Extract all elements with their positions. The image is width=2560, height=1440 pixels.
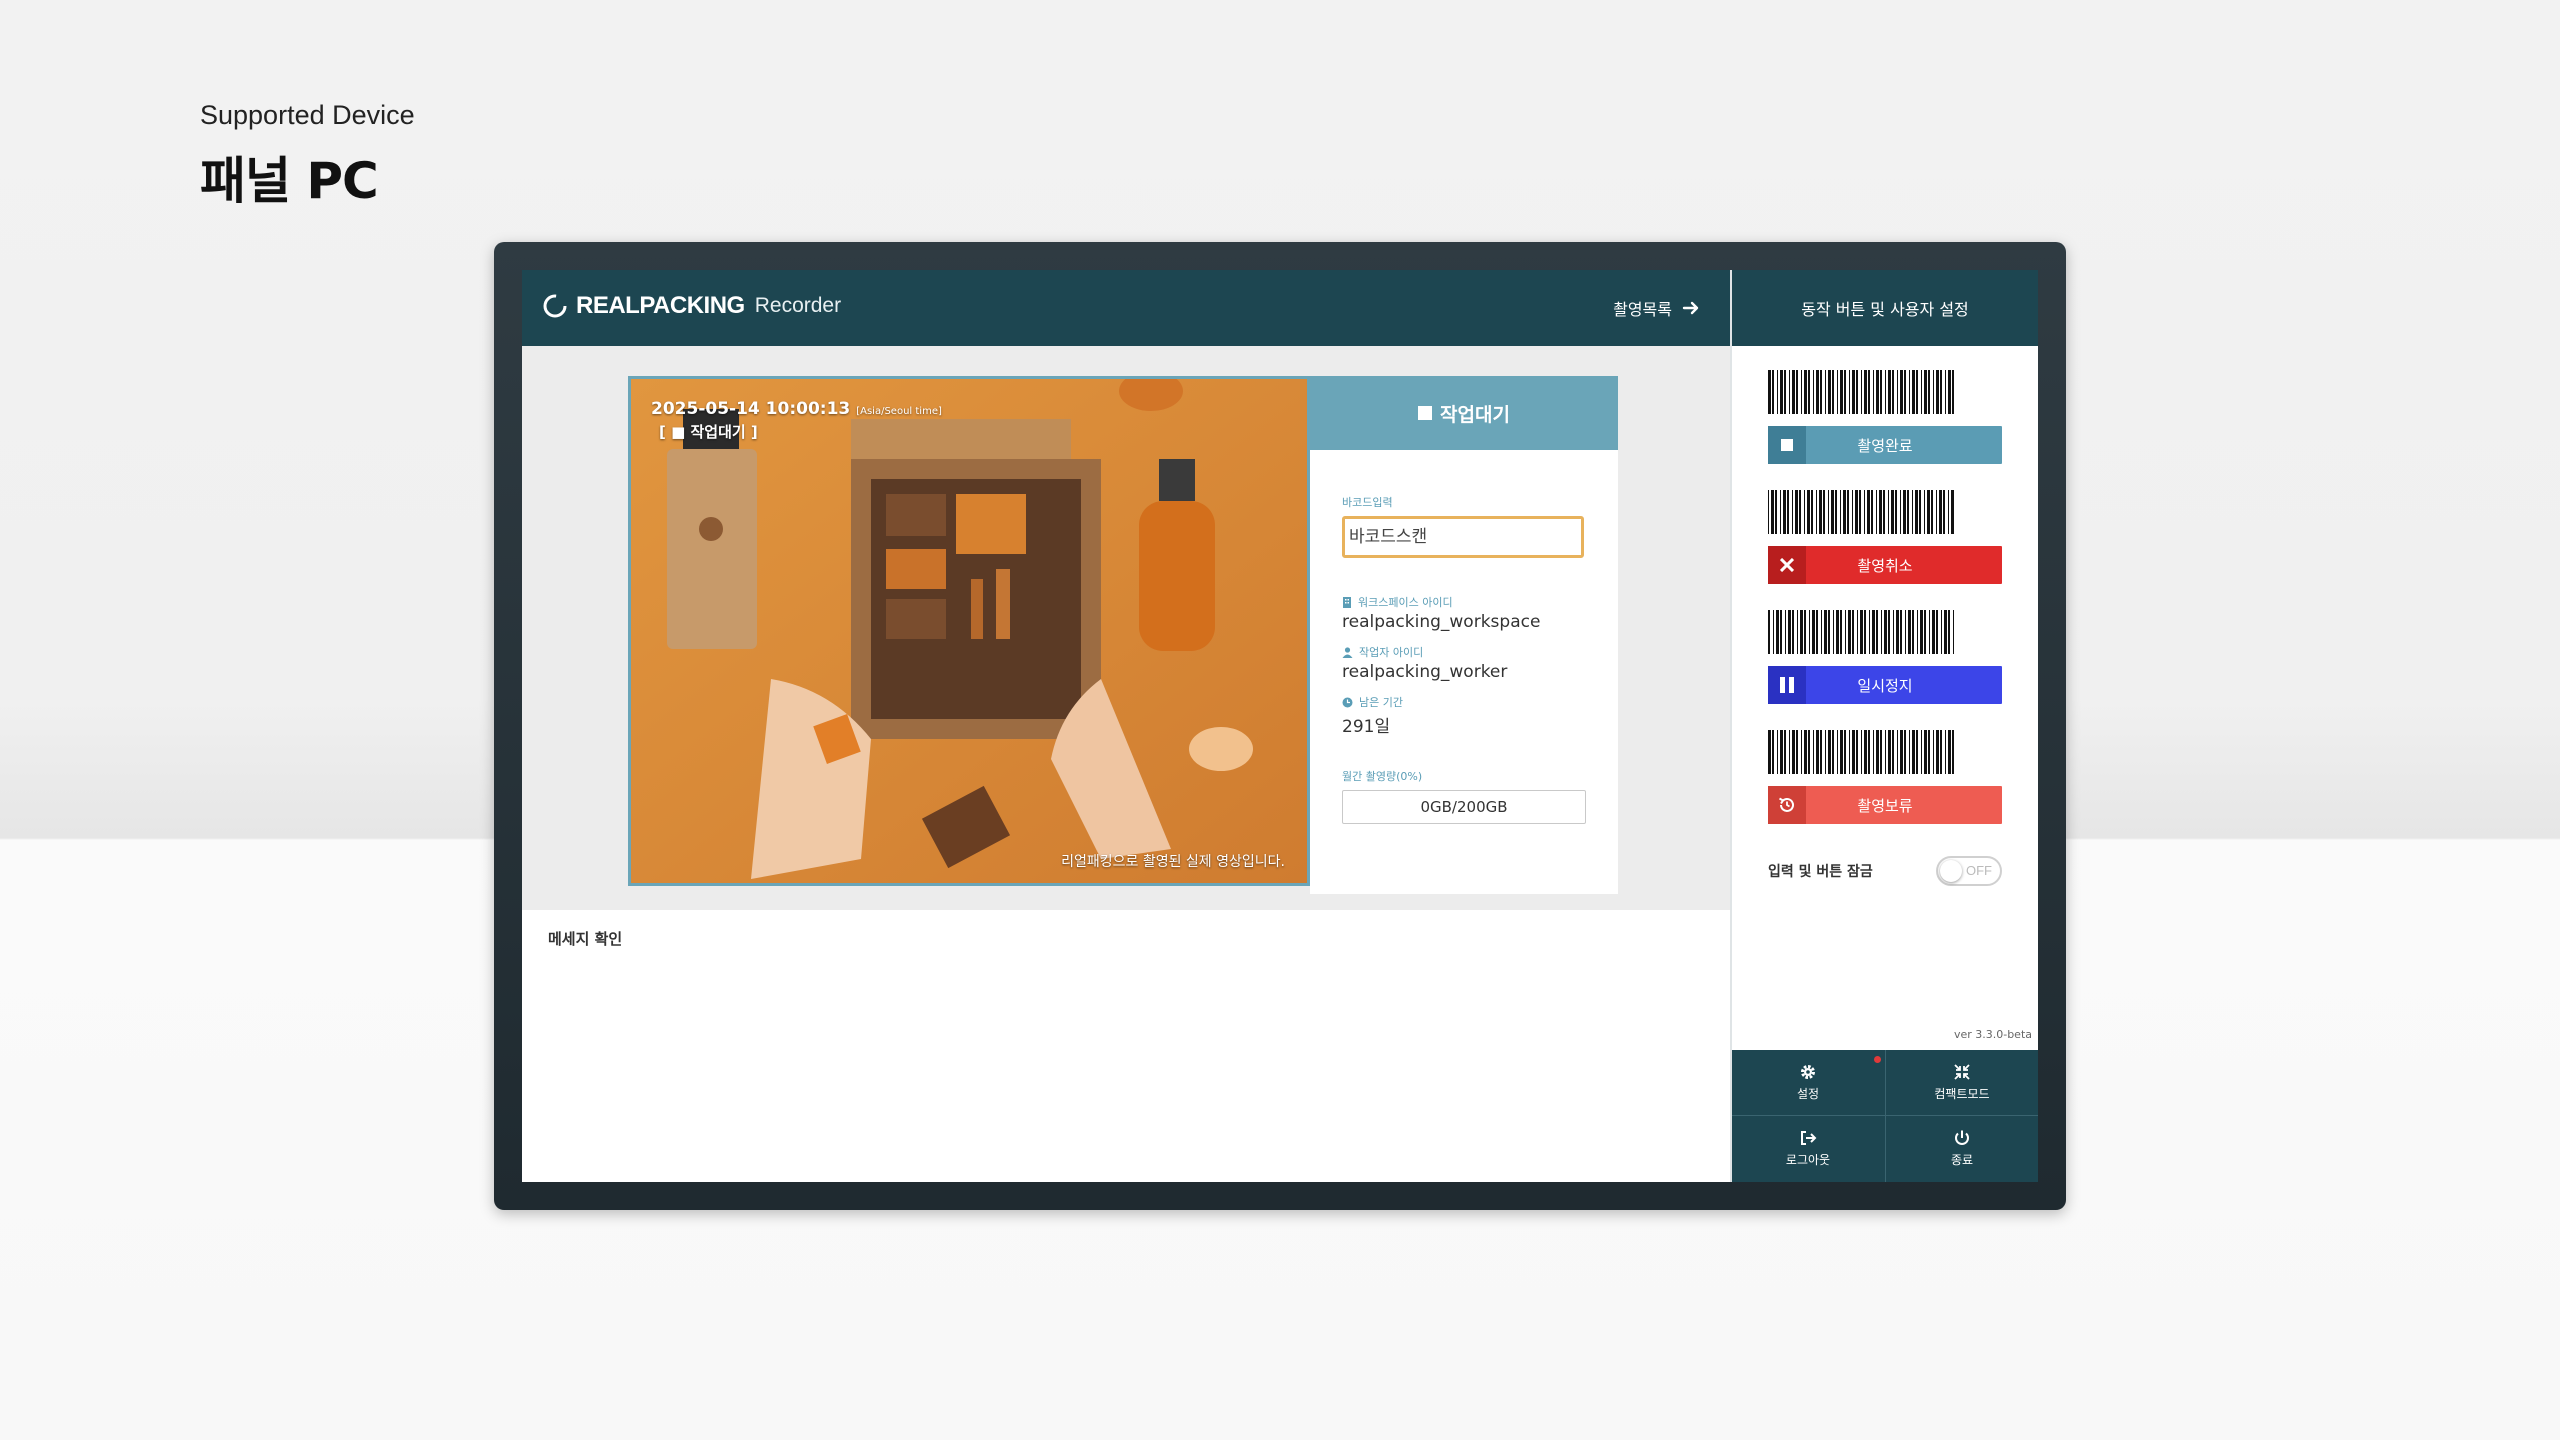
barcode-image-2 [1768,490,1954,534]
logout-button[interactable]: 로그아웃 [1732,1116,1884,1180]
video-timezone: [Asia/Seoul time] [856,406,942,417]
close-icon [1768,546,1806,584]
storage-usage: 0GB/200GB [1342,790,1586,824]
storage-label: 월간 촬영량(0%) [1342,770,1423,783]
power-icon [1955,1130,1969,1145]
worker-value: realpacking_worker [1342,662,1508,682]
pause-recording-button[interactable]: 일시정지 [1768,666,2002,704]
user-icon [1342,646,1353,658]
message-area: 메세지 확인 [522,910,1730,1182]
video-status-overlay: [ ■ 작업대기 ] [659,423,758,441]
status-panel: 작업대기 바코드입력 워크스페이스 아이디 realpacking_worksp… [1310,376,1618,894]
logo-app-name: Recorder [754,294,842,317]
page-subtitle: Supported Device [200,100,415,130]
logo-ring-icon [543,294,567,318]
barcode-image-3 [1768,610,1954,654]
pause-icon [1768,666,1806,704]
lock-label: 입력 및 버튼 잠금 [1768,864,1873,880]
clock-icon [1342,697,1353,707]
app-logo: REALPACKING Recorder [542,292,841,320]
status-text: 작업대기 [1440,403,1510,426]
barcode-label: 바코드입력 [1342,496,1393,509]
stop-icon [1768,426,1806,464]
arrow-right-icon [1682,301,1699,315]
side-title: 동작 버튼 및 사용자 설정 [1732,270,2038,346]
remaining-value: 291일 [1342,717,1391,737]
barcode-image-1 [1768,370,1954,414]
recording-list-link[interactable]: 촬영목록 [1613,296,1700,320]
lock-row: 입력 및 버튼 잠금 OFF [1768,856,2002,886]
status-header: 작업대기 [1310,376,1618,450]
worker-label: 작업자 아이디 [1342,644,1423,660]
barcode-input[interactable] [1342,516,1584,558]
logout-icon [1801,1130,1817,1145]
gear-icon [1801,1064,1815,1079]
workspace-label: 워크스페이스 아이디 [1342,594,1453,610]
barcode-image-4 [1768,730,1954,774]
product-photo [631,379,1307,883]
message-title: 메세지 확인 [548,930,623,948]
video-caption: 리얼패킹으로 촬영된 실제 영상입니다. [1061,854,1285,870]
page-title: 패널 PC [200,152,379,210]
toggle-state: OFF [1966,863,1992,878]
lock-toggle[interactable]: OFF [1936,856,2002,886]
recording-list-label: 촬영목록 [1613,300,1672,319]
bottom-menu: 설정 컴팩트모드 로그아웃 종료 [1732,1050,2038,1182]
compress-icon [1954,1063,1970,1080]
main-pane: REALPACKING Recorder 촬영목록 2025-05-14 10:… [522,270,1730,1182]
remaining-label: 남은 기간 [1342,694,1403,710]
toggle-knob [1940,860,1962,882]
stop-icon [1418,406,1433,420]
version-label: ver 3.3.0-beta [1953,1028,2032,1041]
settings-button[interactable]: 설정 [1732,1050,1884,1114]
exit-button[interactable]: 종료 [1886,1116,2038,1180]
building-icon [1343,596,1351,608]
page-header: Supported Device 패널 PC [200,100,415,213]
hold-recording-button[interactable]: 촬영보류 [1768,786,2002,824]
logo-brand: REALPACKING [576,292,745,319]
complete-recording-button[interactable]: 촬영완료 [1768,426,2002,464]
camera-preview: 2025-05-14 10:00:13 [Asia/Seoul time] [ ■… [628,376,1310,886]
app-screen: REALPACKING Recorder 촬영목록 2025-05-14 10:… [522,270,2038,1182]
history-icon [1768,786,1806,824]
work-area: 2025-05-14 10:00:13 [Asia/Seoul time] [ ■… [522,346,1730,910]
side-pane: 동작 버튼 및 사용자 설정 촬영완료 촬영취소 일시정지 촬영보류 입력 및 … [1730,270,2038,1182]
top-bar: REALPACKING Recorder 촬영목록 [522,270,1730,346]
compact-mode-button[interactable]: 컴팩트모드 [1886,1050,2038,1114]
panel-pc-frame: REALPACKING Recorder 촬영목록 2025-05-14 10:… [494,242,2066,1210]
workspace-value: realpacking_workspace [1342,612,1541,632]
cancel-recording-button[interactable]: 촬영취소 [1768,546,2002,584]
video-timestamp: 2025-05-14 10:00:13 [Asia/Seoul time] [651,399,942,419]
